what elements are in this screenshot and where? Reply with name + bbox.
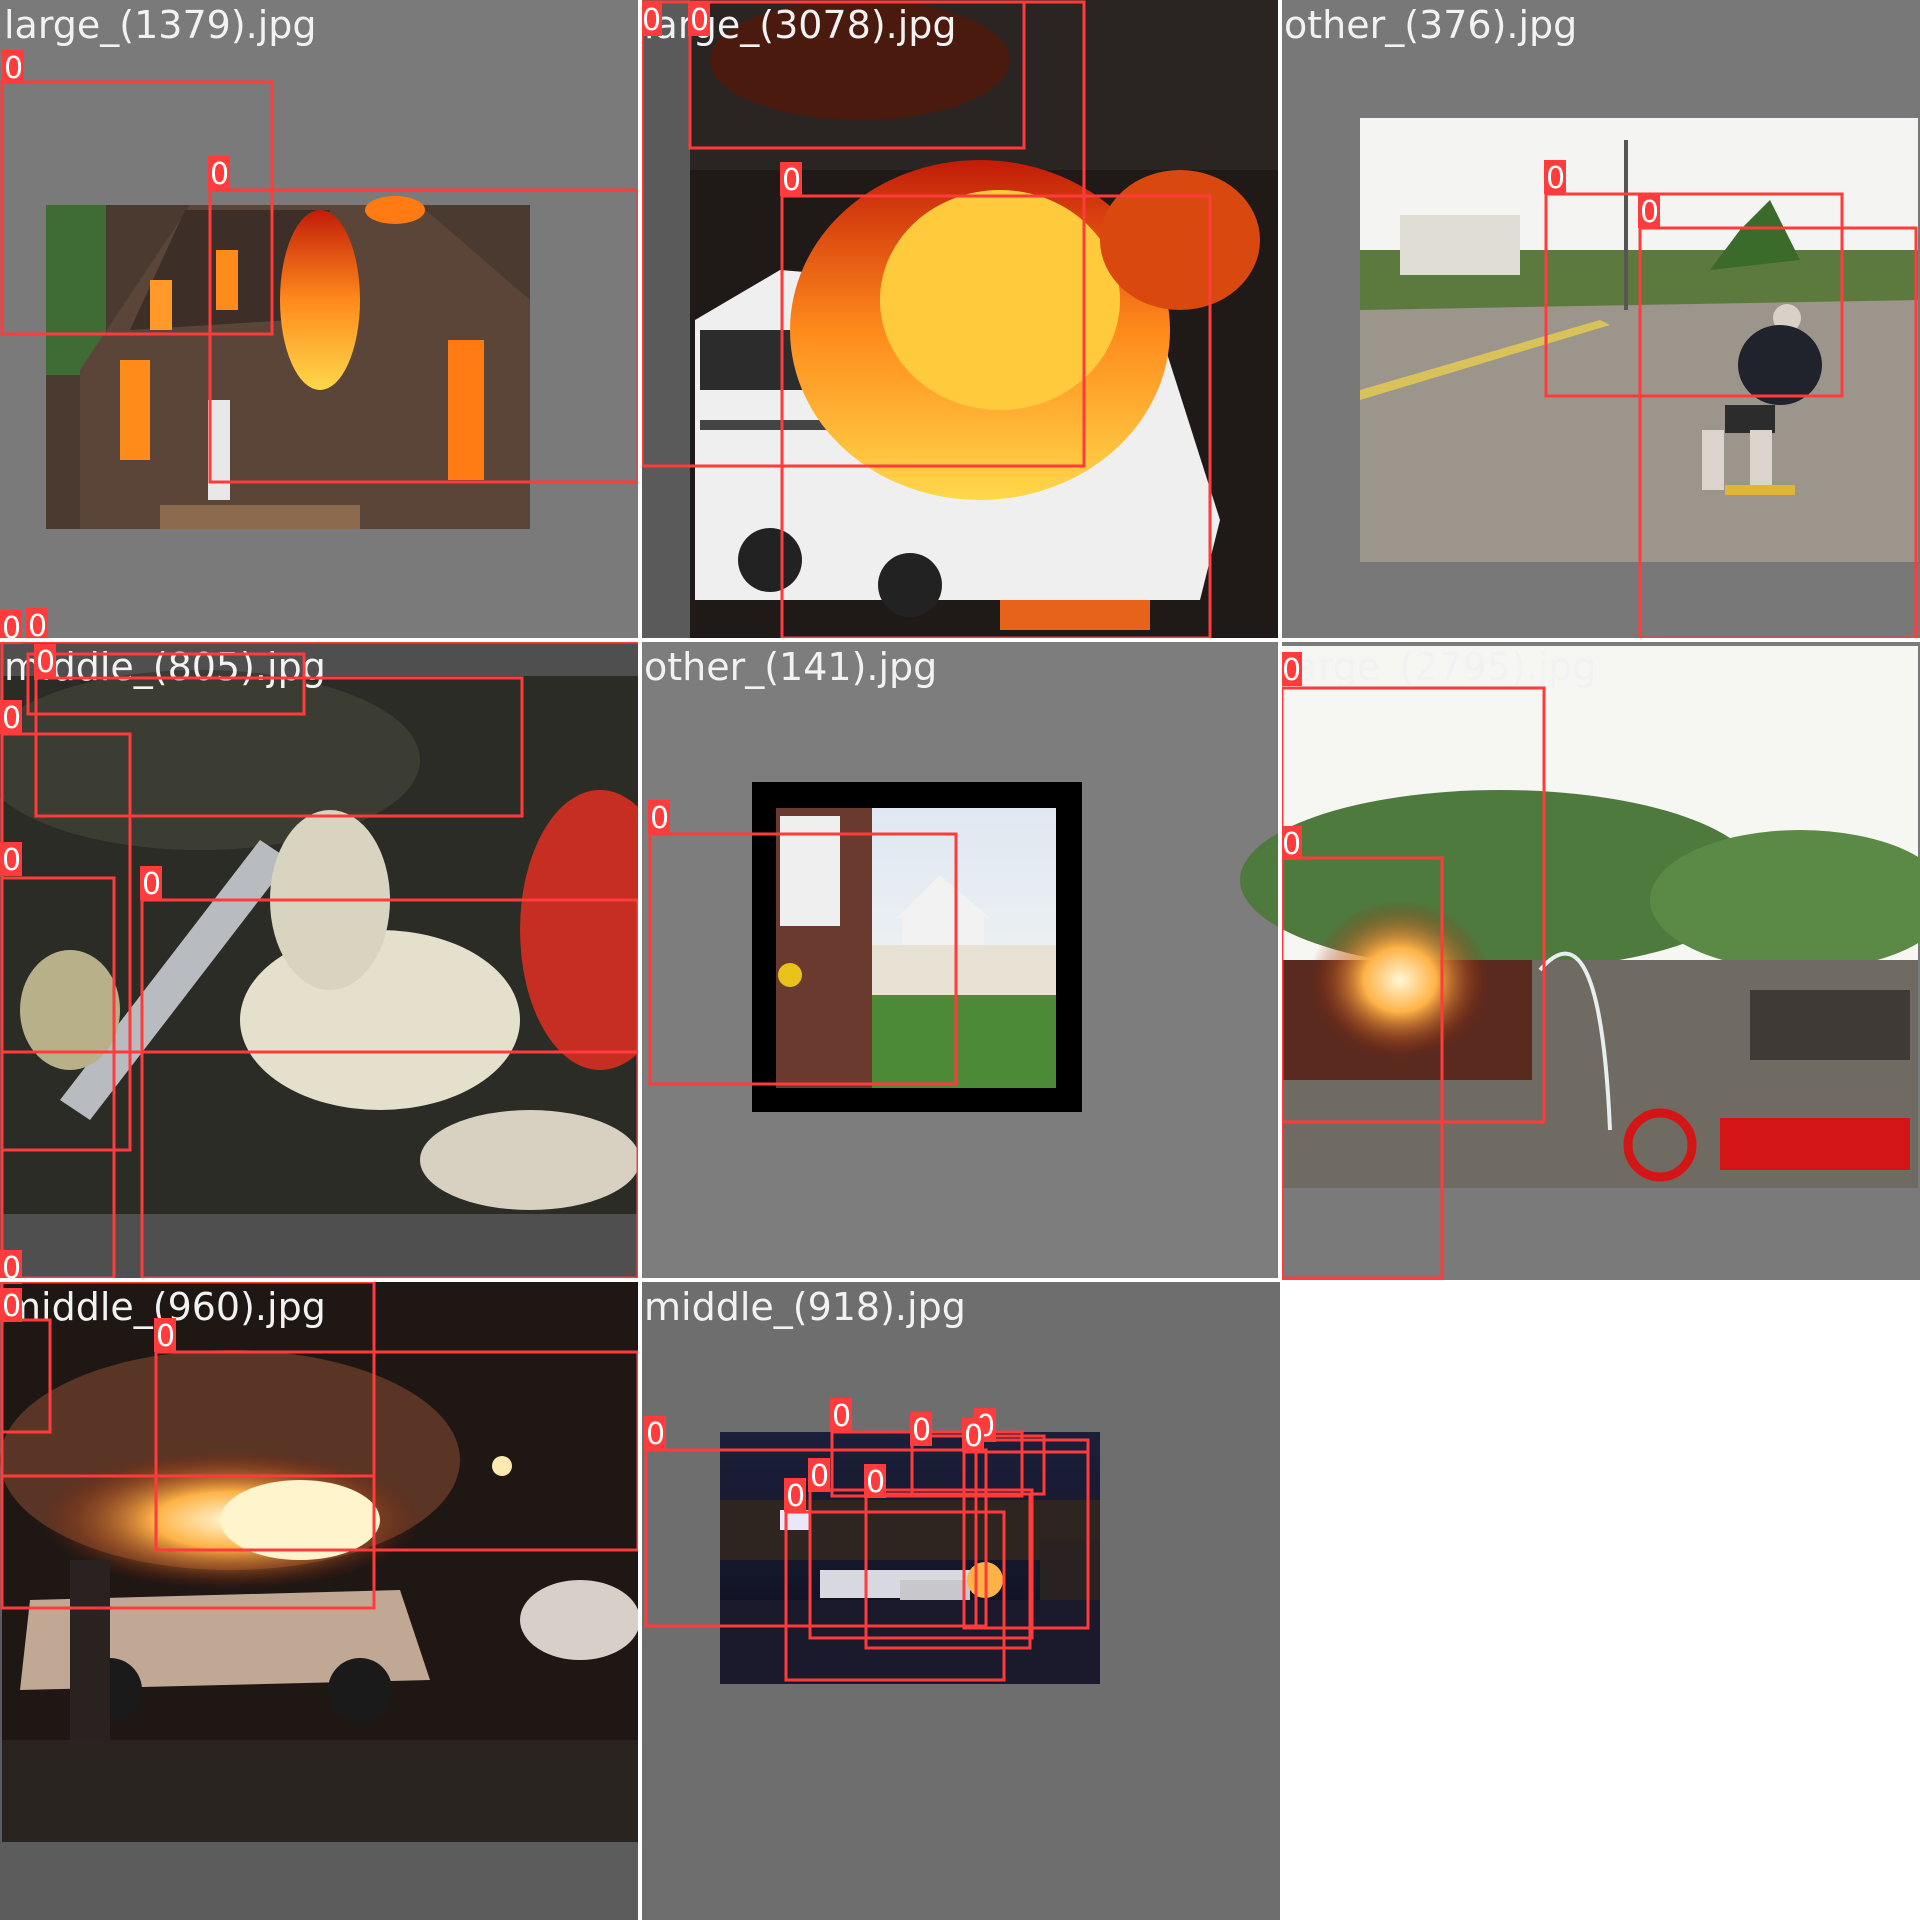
- box-class-label: 0: [2, 701, 21, 736]
- tile-photo: [1240, 646, 1920, 1278]
- box-class-label: 0: [2, 1289, 21, 1324]
- box-class-label: 0: [650, 801, 669, 836]
- box-class-label: 0: [964, 1419, 983, 1454]
- box-class-label: 0: [832, 1399, 851, 1434]
- tile-photo: [690, 0, 1280, 640]
- box-class-label: 0: [1640, 195, 1659, 230]
- tile-filename: other_(376).jpg: [1284, 3, 1577, 47]
- box-class-label: 0: [1282, 653, 1301, 688]
- box-class-label: 0: [810, 1459, 829, 1494]
- tile-other-141: other_(141).jpg 0: [640, 640, 1280, 1280]
- tile-photo: [0, 670, 680, 1214]
- tile-filename: large_(1379).jpg: [4, 3, 317, 47]
- tile-middle-918: middle_(918).jpg 0 0 0 0 0 0 0 0: [640, 1280, 1280, 1920]
- box-class-label: 0: [786, 1479, 805, 1514]
- tile-filename: other_(141).jpg: [644, 645, 937, 689]
- tile-photo: [0, 1282, 640, 1842]
- tile-middle-960: middle_(960).jpg 0 0 0: [0, 1250, 640, 1920]
- empty-cell: [1280, 1280, 1920, 1920]
- box-class-label: 0: [912, 1413, 931, 1448]
- box-class-label: 0: [690, 3, 709, 38]
- mosaic-canvas: large_(1379).jpg 0 0 large_(3078).jpg 0 …: [0, 0, 1920, 1920]
- tile-filename: large_(2795).jpg: [1284, 645, 1597, 689]
- box-class-label: 0: [866, 1465, 885, 1500]
- box-class-label: 0: [782, 163, 801, 198]
- tile-filename: middle_(918).jpg: [644, 1285, 966, 1329]
- box-class-label: 0: [646, 1417, 665, 1452]
- box-class-label: 0: [1546, 161, 1565, 196]
- tile-middle-805: middle_(805).jpg 0 0 0 0 0 0: [0, 608, 680, 1280]
- tile-other-376: other_(376).jpg 0 0: [1280, 0, 1920, 640]
- box-class-label: 0: [1282, 827, 1301, 862]
- box-class-label: 0: [4, 51, 23, 86]
- tile-large-1379: large_(1379).jpg 0 0: [0, 0, 640, 640]
- tile-large-3078: large_(3078).jpg 0 0 0: [640, 0, 1280, 640]
- detection-mosaic: large_(1379).jpg 0 0 large_(3078).jpg 0 …: [0, 0, 1920, 1920]
- tile-large-2795: large_(2795).jpg 0 0: [1240, 640, 1920, 1280]
- box-class-label: 0: [156, 1319, 175, 1354]
- tile-photo: [752, 782, 1082, 1112]
- box-class-label: 0: [142, 867, 161, 902]
- box-class-label: 0: [642, 3, 661, 38]
- box-class-label: 0: [2, 843, 21, 878]
- box-class-label: 0: [36, 645, 55, 680]
- box-class-label: 0: [210, 157, 229, 192]
- tile-photo: [46, 196, 530, 529]
